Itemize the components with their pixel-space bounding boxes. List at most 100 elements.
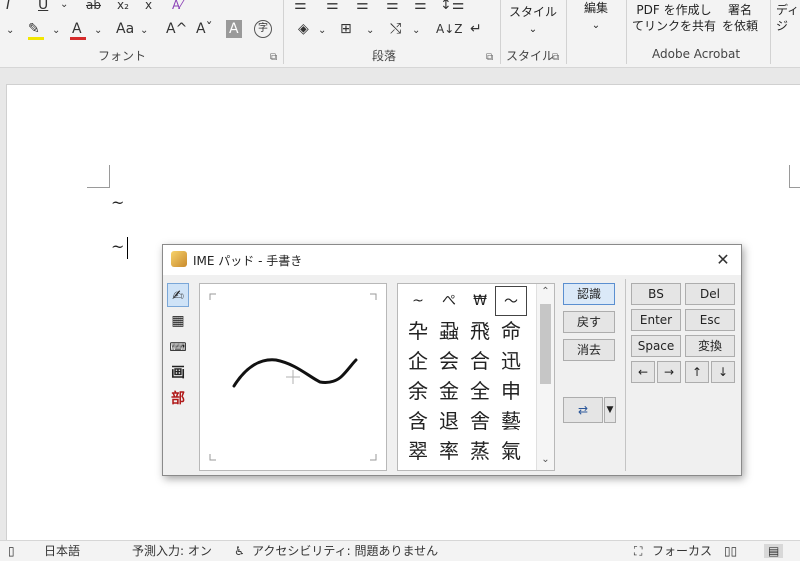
candidate-character[interactable]: 舎	[464, 406, 496, 436]
strikethrough-icon[interactable]: ab	[86, 0, 101, 14]
align-right-icon[interactable]: ☰	[356, 0, 369, 14]
handwriting-icon[interactable]: ✍	[167, 283, 189, 307]
chevron-down-icon[interactable]: ⌄	[366, 22, 374, 40]
underline-icon[interactable]: U	[38, 0, 48, 14]
arrow-up-key[interactable]: ↑	[685, 361, 709, 383]
text-direction-icon[interactable]: ⤭	[390, 20, 401, 38]
subscript-icon[interactable]: x₂	[117, 0, 129, 14]
accessibility-status[interactable]: アクセシビリティ: 問題ありません	[252, 544, 438, 558]
chevron-down-icon[interactable]: ⌄	[412, 22, 420, 40]
request-signature-button[interactable]: 署名 を依頼	[716, 2, 764, 34]
candidate-character[interactable]: 迅	[495, 346, 527, 376]
recognize-button[interactable]: 認識	[563, 283, 615, 305]
candidate-character[interactable]: 蝨	[433, 316, 465, 346]
enter-key[interactable]: Enter	[631, 309, 681, 331]
candidate-character[interactable]: 会	[433, 346, 465, 376]
paragraph-dialog-launcher-icon[interactable]: ⧉	[486, 52, 493, 63]
focus-mode[interactable]: フォーカス	[652, 544, 712, 558]
highlight-icon[interactable]: ✎	[28, 20, 40, 38]
undo-button[interactable]: 戻す	[563, 311, 615, 333]
scroll-down-icon[interactable]: ⌄	[537, 452, 554, 468]
justify-icon[interactable]: ☰	[386, 0, 399, 14]
line-spacing-icon[interactable]: ↕☰	[440, 0, 464, 14]
chevron-down-icon[interactable]: ⌄	[52, 22, 60, 40]
candidate-character[interactable]: 飛	[464, 316, 496, 346]
chevron-down-icon[interactable]: ⌄	[60, 0, 68, 14]
accessibility-icon[interactable]: ♿	[234, 544, 245, 558]
font-dialog-launcher-icon[interactable]: ⧉	[270, 52, 277, 63]
candidate-character[interactable]: 翠	[402, 436, 434, 466]
read-mode-icon[interactable]: ▯▯	[724, 544, 737, 558]
candidate-character[interactable]: 含	[402, 406, 434, 436]
arrow-left-key[interactable]: ←	[631, 361, 655, 383]
align-left-icon[interactable]: ☰	[294, 0, 307, 14]
distributed-icon[interactable]: ☰	[414, 0, 427, 14]
chevron-down-icon[interactable]: ⌄	[6, 22, 14, 40]
space-key[interactable]: Space	[631, 335, 681, 357]
document-text-line[interactable]: ~	[111, 193, 124, 212]
clear-button[interactable]: 消去	[563, 339, 615, 361]
candidate-character[interactable]: 金	[433, 376, 465, 406]
arrow-right-key[interactable]: →	[657, 361, 681, 383]
close-icon[interactable]: ✕	[711, 249, 735, 271]
align-center-icon[interactable]: ☰	[326, 0, 339, 14]
ime-title-bar[interactable]: IME パッド - 手書き ✕	[163, 245, 741, 275]
superscript-icon[interactable]: x	[145, 0, 152, 14]
candidate-character[interactable]: 卆	[402, 316, 434, 346]
enclose-char-icon[interactable]: 字	[254, 20, 272, 38]
focus-icon[interactable]: ⛶	[634, 544, 642, 558]
candidate-character[interactable]: 退	[433, 406, 465, 436]
grow-font-icon[interactable]: A^	[166, 20, 187, 38]
stroke-count-icon[interactable]: 画	[167, 361, 189, 385]
candidate-character[interactable]: 氣	[495, 436, 527, 466]
candidate-character[interactable]: ₩	[464, 286, 496, 316]
show-marks-icon[interactable]: ↵	[470, 20, 482, 38]
change-case-icon[interactable]: Aa	[116, 20, 134, 38]
esc-key[interactable]: Esc	[685, 309, 735, 331]
candidate-character[interactable]: 〜	[495, 286, 527, 316]
char-list-icon[interactable]: ▦	[167, 309, 189, 333]
chevron-down-icon[interactable]: ▼	[604, 397, 616, 423]
create-pdf-share-button[interactable]: PDF を作成し てリンクを共有	[632, 2, 716, 34]
radical-icon[interactable]: 部	[167, 387, 189, 411]
chevron-down-icon[interactable]: ⌄	[140, 22, 148, 40]
document-text-line[interactable]: ~	[111, 237, 124, 256]
candidate-character[interactable]: 企	[402, 346, 434, 376]
clear-format-icon[interactable]: A⁄	[172, 0, 182, 14]
italic-icon[interactable]: I	[6, 0, 10, 14]
shrink-font-icon[interactable]: Aˇ	[196, 20, 213, 38]
candidate-scrollbar[interactable]: ⌃ ⌄	[536, 284, 554, 470]
sort-icon[interactable]: A↓Z	[436, 20, 462, 38]
recognition-mode-icon[interactable]: ⇄	[563, 397, 603, 423]
print-layout-icon[interactable]: ▤	[764, 544, 784, 558]
candidate-character[interactable]: ~	[402, 286, 434, 316]
convert-key[interactable]: 変換	[685, 335, 735, 357]
candidate-character[interactable]: ぺ	[433, 286, 465, 316]
del-key[interactable]: Del	[685, 283, 735, 305]
candidate-character[interactable]: 申	[495, 376, 527, 406]
styles-button[interactable]: スタイル ⌄	[506, 4, 560, 38]
dictate-button[interactable]: ディ ジ	[776, 2, 800, 34]
candidate-character[interactable]: 命	[495, 316, 527, 346]
candidate-character[interactable]: 合	[464, 346, 496, 376]
styles-dialog-launcher-icon[interactable]: ⧉	[552, 52, 559, 63]
candidate-character[interactable]: 蒸	[464, 436, 496, 466]
shading-icon[interactable]: ◈	[298, 20, 309, 38]
arrow-down-key[interactable]: ↓	[711, 361, 735, 383]
edit-button[interactable]: 編集 ⌄	[572, 0, 620, 34]
borders-icon[interactable]: ⊞	[340, 20, 352, 38]
prediction-status[interactable]: 予測入力: オン	[132, 544, 212, 558]
handwriting-canvas[interactable]	[199, 283, 387, 471]
character-shading-icon[interactable]: A	[226, 20, 242, 38]
soft-keyboard-icon[interactable]: ⌨	[167, 335, 189, 359]
candidate-character[interactable]: 余	[402, 376, 434, 406]
scroll-up-icon[interactable]: ⌃	[537, 284, 554, 300]
chevron-down-icon[interactable]: ⌄	[94, 22, 102, 40]
candidate-character[interactable]: 率	[433, 436, 465, 466]
scroll-thumb[interactable]	[540, 304, 551, 384]
candidate-character[interactable]: 藝	[495, 406, 527, 436]
bs-key[interactable]: BS	[631, 283, 681, 305]
book-icon[interactable]: ▯	[8, 544, 15, 558]
font-color-icon[interactable]: A	[72, 20, 82, 38]
candidate-character[interactable]: 全	[464, 376, 496, 406]
